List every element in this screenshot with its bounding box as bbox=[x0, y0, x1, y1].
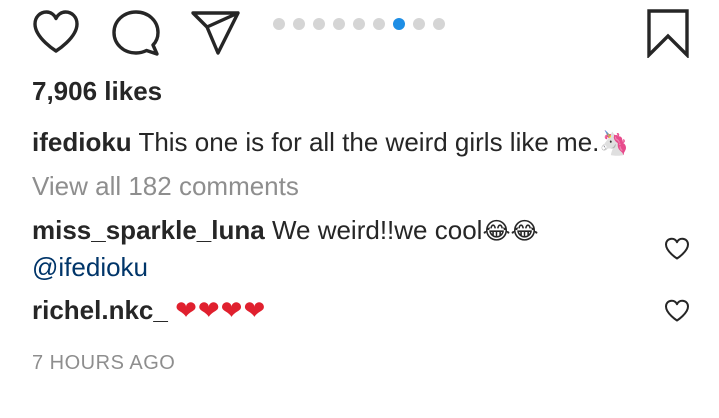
comment-text: We weird!!we cool bbox=[271, 215, 483, 245]
bookmark-icon[interactable] bbox=[646, 8, 690, 58]
laughing-emoji-icon: 😂😂 bbox=[482, 218, 539, 245]
view-all-comments-link[interactable]: View all 182 comments bbox=[32, 171, 299, 201]
carousel-indicator bbox=[273, 18, 445, 30]
carousel-dot bbox=[433, 18, 445, 30]
caption-username[interactable]: ifedioku bbox=[32, 127, 132, 157]
comment-username[interactable]: richel.nkc_ bbox=[32, 295, 168, 325]
heart-outline-icon[interactable] bbox=[31, 9, 81, 55]
unicorn-icon: 🦄 bbox=[599, 130, 630, 157]
comment-username[interactable]: miss_sparkle_luna bbox=[32, 215, 265, 245]
heart-outline-icon[interactable] bbox=[664, 237, 690, 266]
caption-text: This one is for all the weird girls like… bbox=[138, 127, 600, 157]
carousel-dot bbox=[313, 18, 325, 30]
carousel-dot bbox=[373, 18, 385, 30]
heart-outline-icon[interactable] bbox=[664, 299, 690, 328]
paper-plane-icon[interactable] bbox=[190, 9, 242, 57]
comment-item: richel.nkc_ ❤❤❤❤ bbox=[32, 295, 266, 325]
carousel-dot bbox=[273, 18, 285, 30]
red-heart-emoji-icon: ❤❤❤❤ bbox=[175, 295, 267, 325]
carousel-dot bbox=[413, 18, 425, 30]
carousel-dot bbox=[353, 18, 365, 30]
post-timestamp: 7 HOURS AGO bbox=[32, 352, 176, 374]
carousel-dot bbox=[293, 18, 305, 30]
comment-bubble-icon[interactable] bbox=[110, 9, 162, 57]
carousel-dot bbox=[333, 18, 345, 30]
post-action-bar bbox=[0, 0, 719, 64]
likes-count[interactable]: 7,906 likes bbox=[32, 76, 162, 106]
comment-mention-link[interactable]: @ifedioku bbox=[32, 252, 148, 282]
carousel-dot-active bbox=[393, 18, 405, 30]
post-caption: ifedioku This one is for all the weird g… bbox=[32, 127, 629, 159]
comment-item: miss_sparkle_luna We weird!!we cool😂😂 bbox=[32, 215, 539, 247]
